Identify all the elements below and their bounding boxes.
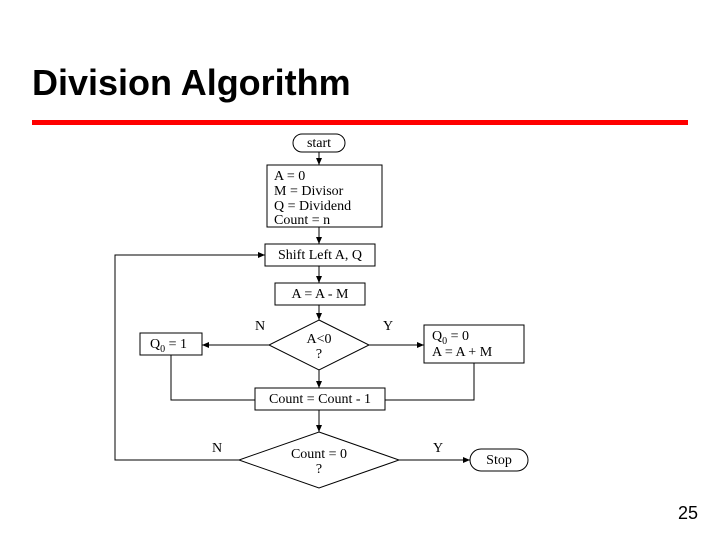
node-decision-count: Count = 0 ? — [239, 432, 399, 488]
node-init: A = 0 M = Divisor Q = Dividend Count = n — [267, 165, 382, 228]
svg-text:A = A + M: A = A + M — [432, 345, 493, 360]
node-stop: Stop — [470, 449, 528, 471]
label-no-count: N — [212, 441, 222, 456]
svg-text:Stop: Stop — [486, 453, 512, 468]
node-decision-a: A<0 ? — [269, 320, 369, 370]
node-q0-restore: Q0 = 0 A = A + M — [424, 325, 524, 363]
svg-text:Count = n: Count = n — [274, 213, 330, 228]
node-shift: Shift Left A, Q — [265, 244, 375, 266]
svg-text:A = 0: A = 0 — [274, 169, 305, 184]
node-sub: A = A - M — [275, 283, 365, 305]
label-yes-a: Y — [383, 319, 393, 334]
node-count-dec: Count = Count - 1 — [255, 388, 385, 410]
svg-text:start: start — [307, 136, 331, 151]
svg-text:Count = 0: Count = 0 — [291, 447, 347, 462]
svg-text:?: ? — [316, 347, 322, 362]
svg-text:A = A - M: A = A - M — [292, 287, 349, 302]
flowchart: start A = 0 M = Divisor Q = Dividend Cou… — [0, 0, 720, 540]
svg-text:A<0: A<0 — [306, 332, 331, 347]
svg-text:?: ? — [316, 462, 322, 477]
label-yes-count: Y — [433, 441, 443, 456]
svg-text:Count = Count - 1: Count = Count - 1 — [269, 392, 371, 407]
svg-text:Shift Left A, Q: Shift Left A, Q — [278, 248, 362, 263]
svg-text:M = Divisor: M = Divisor — [274, 184, 344, 199]
label-no-a: N — [255, 319, 265, 334]
node-q0-eq-1: Q0 = 1 — [140, 333, 202, 355]
svg-text:Q = Dividend: Q = Dividend — [274, 199, 351, 214]
node-start: start — [293, 134, 345, 152]
